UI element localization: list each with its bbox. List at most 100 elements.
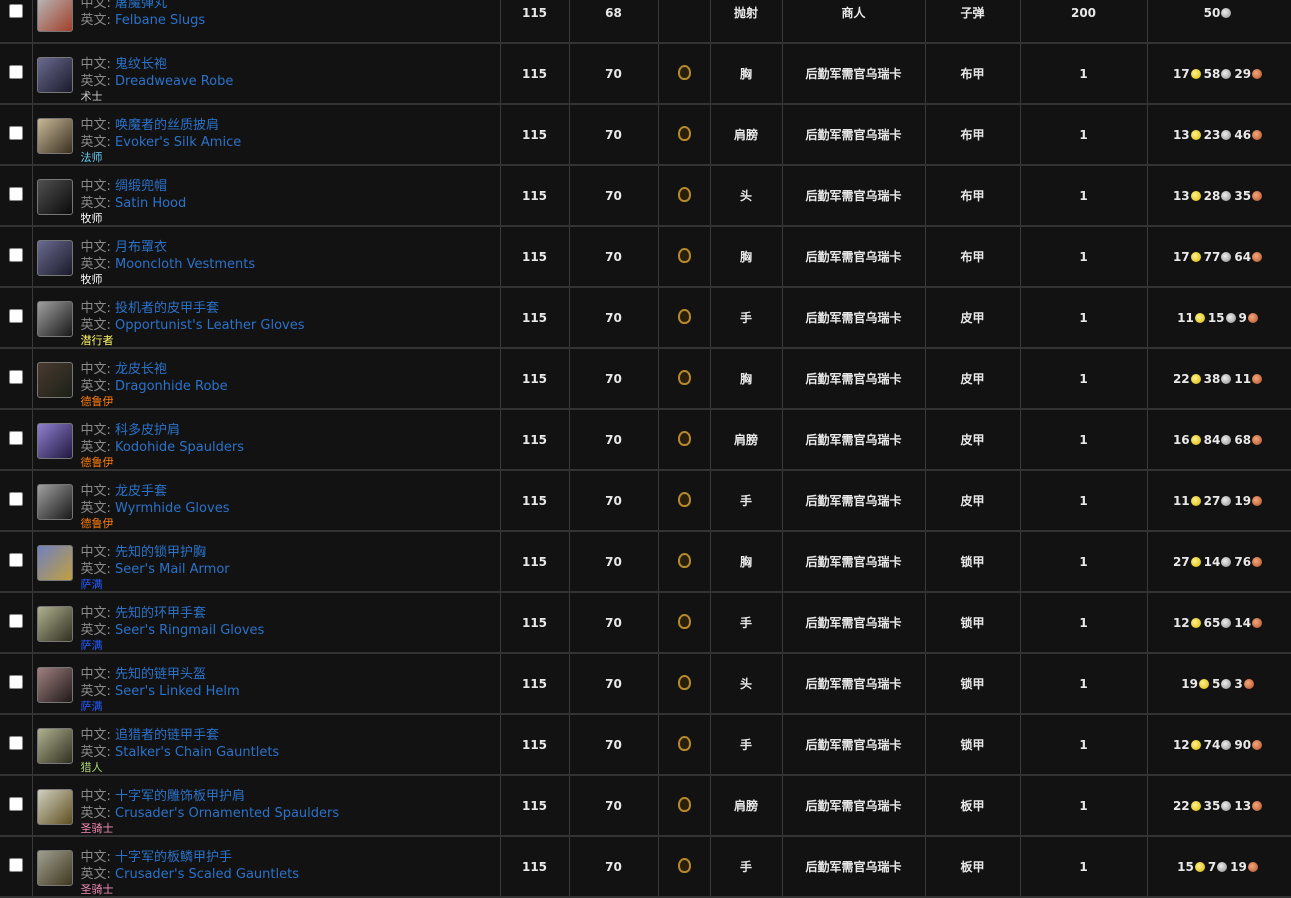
item-icon[interactable] <box>36 545 73 581</box>
item-name-en-link[interactable]: Evoker's Silk Amice <box>115 135 241 150</box>
row-checkbox[interactable] <box>8 370 23 384</box>
item-name-cn-link[interactable]: 十字军的板鳞甲护手 <box>115 850 232 865</box>
item-name-cn-link[interactable]: 绸缎兜帽 <box>115 179 167 194</box>
silver-amount: 74 <box>1203 737 1221 752</box>
item-icon[interactable] <box>36 789 73 825</box>
item-name-cn-link[interactable]: 科多皮护肩 <box>115 423 180 438</box>
en-label: 英文: <box>80 13 111 28</box>
item-name-cn-link[interactable]: 投机者的皮甲手套 <box>115 301 219 316</box>
item-name-en-link[interactable]: Seer's Ringmail Gloves <box>115 623 264 638</box>
row-checkbox[interactable] <box>8 65 23 79</box>
item-name-en-link[interactable]: Crusader's Scaled Gauntlets <box>115 867 299 882</box>
source: 后勤军需官乌瑞卡 <box>782 348 926 410</box>
horde-crest-icon <box>677 674 691 690</box>
item-name-en-link[interactable]: Opportunist's Leather Gloves <box>115 318 304 333</box>
source: 商人 <box>782 0 926 44</box>
item-icon[interactable] <box>36 850 73 886</box>
item-icon[interactable] <box>36 57 73 93</box>
en-label: 英文: <box>80 135 111 150</box>
row-checkbox[interactable] <box>8 797 23 811</box>
item-name-cn-link[interactable]: 月布罩衣 <box>115 240 167 255</box>
item-level: 115 <box>500 653 570 715</box>
item-name-en-link[interactable]: Wyrmhide Gloves <box>115 501 229 516</box>
cn-label: 中文: <box>80 57 111 72</box>
row-checkbox[interactable] <box>8 492 23 506</box>
table-row: 中文: 鬼纹长袍 英文: Dreadweave Robe 术士 115 70 胸… <box>0 43 1291 105</box>
required-level: 70 <box>569 470 659 532</box>
stack-count: 1 <box>1020 226 1148 288</box>
item-name-en-link[interactable]: Dragonhide Robe <box>115 379 228 394</box>
item-name-en-link[interactable]: Felbane Slugs <box>115 13 205 28</box>
row-checkbox[interactable] <box>8 248 23 262</box>
item-name-cn-link[interactable]: 十字军的雕饰板甲护肩 <box>115 789 245 804</box>
item-cell: 中文: 绸缎兜帽 英文: Satin Hood 牧师 <box>32 165 501 227</box>
price: 16 84 68 <box>1147 409 1291 471</box>
slot: 肩膀 <box>710 409 783 471</box>
en-label: 英文: <box>80 501 111 516</box>
copper-amount: 29 <box>1234 66 1252 81</box>
item-type: 锁甲 <box>925 653 1021 715</box>
row-checkbox[interactable] <box>8 126 23 140</box>
item-name-en-link[interactable]: Dreadweave Robe <box>115 74 233 89</box>
class-label: 德鲁伊 <box>80 456 114 469</box>
item-icon[interactable] <box>36 484 73 520</box>
item-icon[interactable] <box>36 301 73 337</box>
item-type: 布甲 <box>925 165 1021 227</box>
select-cell <box>0 43 33 105</box>
item-name-cn-link[interactable]: 龙皮长袍 <box>115 362 167 377</box>
item-type: 布甲 <box>925 226 1021 288</box>
silver-amount: 50 <box>1203 5 1221 20</box>
silver-amount: 23 <box>1203 127 1221 142</box>
row-checkbox[interactable] <box>8 4 23 18</box>
item-icon[interactable] <box>36 0 73 32</box>
row-checkbox[interactable] <box>8 431 23 445</box>
price: 13 23 46 <box>1147 104 1291 166</box>
item-name-cn-link[interactable]: 先知的环甲手套 <box>115 606 206 621</box>
horde-crest-icon <box>677 430 691 446</box>
copper-amount: 76 <box>1234 554 1252 569</box>
faction-cell <box>658 653 711 715</box>
item-name-en-link[interactable]: Seer's Linked Helm <box>115 684 240 699</box>
item-icon[interactable] <box>36 606 73 642</box>
item-name-en-link[interactable]: Satin Hood <box>115 196 186 211</box>
slot: 手 <box>710 714 783 776</box>
item-cell: 中文: 龙皮手套 英文: Wyrmhide Gloves 德鲁伊 <box>32 470 501 532</box>
faction-cell <box>658 0 711 44</box>
row-checkbox[interactable] <box>8 675 23 689</box>
item-icon[interactable] <box>36 240 73 276</box>
item-icon[interactable] <box>36 728 73 764</box>
slot: 手 <box>710 470 783 532</box>
item-icon[interactable] <box>36 423 73 459</box>
item-name-cn-link[interactable]: 唤魔者的丝质披肩 <box>115 118 219 133</box>
item-icon[interactable] <box>36 118 73 154</box>
source: 后勤军需官乌瑞卡 <box>782 165 926 227</box>
row-checkbox[interactable] <box>8 553 23 567</box>
price: 12 65 14 <box>1147 592 1291 654</box>
item-name-cn-link[interactable]: 龙皮手套 <box>115 484 167 499</box>
faction-cell <box>658 775 711 837</box>
row-checkbox[interactable] <box>8 614 23 628</box>
row-checkbox[interactable] <box>8 187 23 201</box>
item-icon[interactable] <box>36 362 73 398</box>
item-name-cn-link[interactable]: 先知的锁甲护胸 <box>115 545 206 560</box>
row-checkbox[interactable] <box>8 309 23 323</box>
item-icon[interactable] <box>36 667 73 703</box>
item-name-en-link[interactable]: Stalker's Chain Gauntlets <box>115 745 279 760</box>
slot: 手 <box>710 287 783 349</box>
item-name-en-link[interactable]: Crusader's Ornamented Spaulders <box>115 806 339 821</box>
item-name-en-link[interactable]: Kodohide Spaulders <box>115 440 244 455</box>
item-name-cn-link[interactable]: 追猎者的链甲手套 <box>115 728 219 743</box>
item-name-en-link[interactable]: Seer's Mail Armor <box>115 562 230 577</box>
item-name-cn-link[interactable]: 屠魔弹丸 <box>115 0 167 11</box>
row-checkbox[interactable] <box>8 858 23 872</box>
table-row: 中文: 先知的锁甲护胸 英文: Seer's Mail Armor 萨满 115… <box>0 531 1291 593</box>
row-checkbox[interactable] <box>8 736 23 750</box>
item-cell: 中文: 先知的链甲头盔 英文: Seer's Linked Helm 萨满 <box>32 653 501 715</box>
class-label: 牧师 <box>80 273 103 286</box>
class-label: 潜行者 <box>80 334 114 347</box>
item-icon[interactable] <box>36 179 73 215</box>
horde-crest-icon <box>677 491 691 507</box>
item-name-en-link[interactable]: Mooncloth Vestments <box>115 257 255 272</box>
item-name-cn-link[interactable]: 先知的链甲头盔 <box>115 667 206 682</box>
item-name-cn-link[interactable]: 鬼纹长袍 <box>115 57 167 72</box>
